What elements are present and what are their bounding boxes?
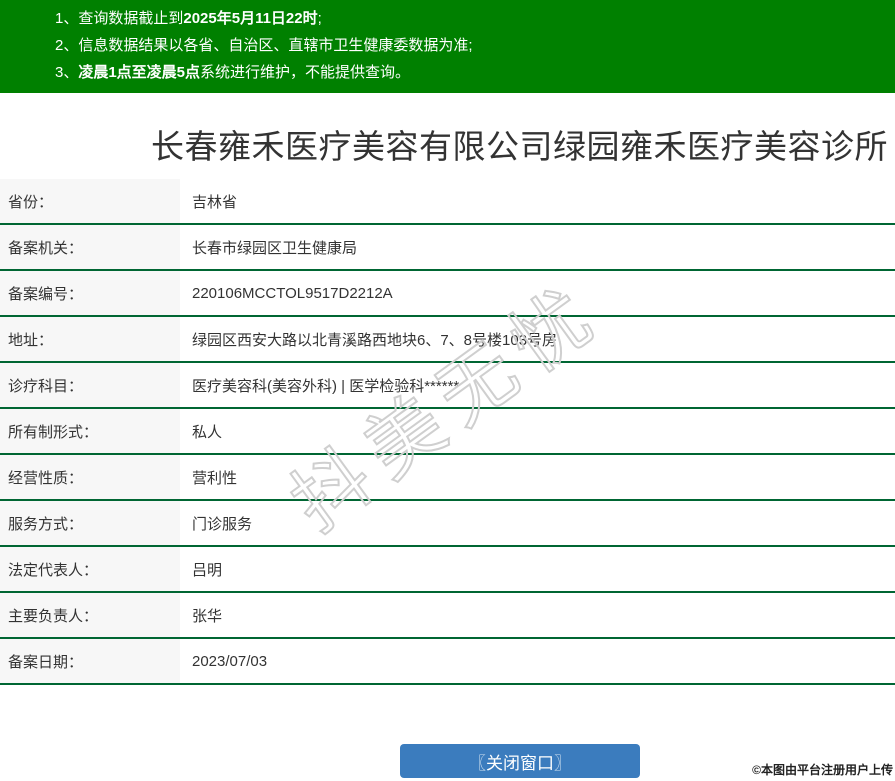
upload-credit-text: ©本图由平台注册用户上传 [752, 763, 893, 777]
notice-text-bold: 凌晨1点至凌晨5点 [78, 64, 201, 81]
row-label: 备案编号： [0, 271, 180, 315]
table-row: 备案机关： 长春市绿园区卫生健康局 [0, 225, 895, 271]
table-row: 服务方式： 门诊服务 [0, 501, 895, 547]
table-row: 所有制形式： 私人 [0, 409, 895, 455]
row-label: 备案日期： [0, 639, 180, 683]
row-value: 绿园区西安大路以北青溪路西地块6、7、8号楼103号房 [192, 331, 558, 349]
row-value: 私人 [192, 423, 223, 441]
table-row: 备案编号： 220106MCCTOL9517D2212A [0, 271, 895, 317]
notice-line-number: 3、 [55, 64, 79, 81]
page-title: 长春雍禾医疗美容有限公司绿园雍禾医疗美容诊所 [151, 128, 888, 165]
notice-line-1: 1、查询数据截止到2025年5月11日22时; [55, 5, 885, 32]
row-label: 主要负责人： [0, 593, 180, 637]
row-label: 经营性质： [0, 455, 180, 499]
table-row: 地址： 绿园区西安大路以北青溪路西地块6、7、8号楼103号房 [0, 317, 895, 363]
row-label: 所有制形式： [0, 409, 180, 453]
notice-text: 信息数据结果以各省、自治区、直辖市卫生健康委数据为准; [78, 37, 473, 54]
notice-line-number: 2、 [55, 37, 79, 54]
row-value: 吉林省 [192, 193, 238, 211]
table-row: 经营性质： 营利性 [0, 455, 895, 501]
record-detail-table: 省份： 吉林省 备案机关： 长春市绿园区卫生健康局 备案编号： 220106MC… [0, 179, 895, 685]
row-value: 2023/07/03 [192, 652, 268, 670]
row-value: 营利性 [192, 469, 238, 487]
row-value: 门诊服务 [192, 515, 253, 533]
table-row: 主要负责人： 张华 [0, 593, 895, 639]
row-value: 长春市绿园区卫生健康局 [192, 239, 358, 257]
row-label: 备案机关： [0, 225, 180, 269]
notice-text: ; [317, 10, 322, 27]
row-label: 法定代表人： [0, 547, 180, 591]
notice-bar: 1、查询数据截止到2025年5月11日22时; 2、信息数据结果以各省、自治区、… [0, 0, 895, 93]
table-row: 省份： 吉林省 [0, 179, 895, 225]
notice-text: 系统进行维护，不能提供查询。 [200, 64, 411, 81]
notice-text-bold: 2025年5月11日22时 [183, 10, 318, 27]
row-value: 吕明 [192, 561, 223, 579]
row-value: 220106MCCTOL9517D2212A [192, 284, 393, 302]
row-label: 服务方式： [0, 501, 180, 545]
notice-line-number: 1、 [55, 10, 79, 27]
row-value: 医疗美容科(美容外科) | 医学检验科****** [192, 377, 460, 395]
table-row: 备案日期： 2023/07/03 [0, 639, 895, 685]
row-label: 诊疗科目： [0, 363, 180, 407]
row-label: 地址： [0, 317, 180, 361]
row-value: 张华 [192, 607, 223, 625]
row-label: 省份： [0, 179, 180, 223]
table-row: 诊疗科目： 医疗美容科(美容外科) | 医学检验科****** [0, 363, 895, 409]
notice-line-2: 2、信息数据结果以各省、自治区、直辖市卫生健康委数据为准; [55, 32, 885, 59]
close-window-button[interactable]: 〖关闭窗口〗 [400, 744, 640, 778]
notice-line-3: 3、凌晨1点至凌晨5点系统进行维护，不能提供查询。 [55, 59, 885, 86]
table-row: 法定代表人： 吕明 [0, 547, 895, 593]
notice-text: 查询数据截止到 [78, 10, 184, 27]
